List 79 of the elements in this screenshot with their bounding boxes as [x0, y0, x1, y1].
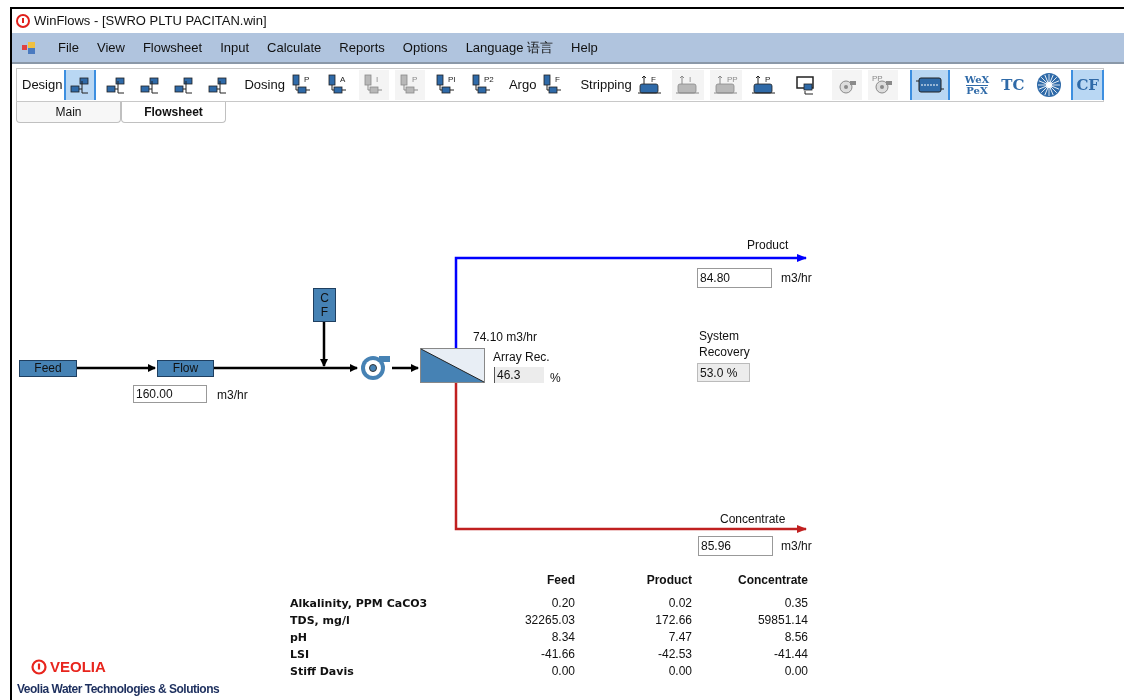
menu-item[interactable]: Input	[211, 33, 259, 62]
flow-field[interactable]: 160.00	[133, 385, 207, 403]
toolbar-label: Dosing	[244, 76, 285, 95]
product-label: Product	[747, 237, 789, 254]
cartridge-icon	[914, 75, 945, 95]
menu-item[interactable]: Help	[562, 33, 607, 62]
table-cell-text: 0.00	[550, 663, 575, 680]
app-logo-icon	[16, 14, 30, 28]
column-header: Feed	[546, 572, 575, 589]
row-label: TDS, mg/l	[290, 613, 351, 629]
chemical-feed-button[interactable]: CF	[313, 288, 336, 322]
skid-icon	[69, 75, 92, 95]
membrane-icon[interactable]	[420, 348, 485, 383]
system-recovery-field[interactable]: 53.0 %	[697, 363, 750, 382]
table-cell-text: 8.56	[783, 629, 808, 646]
turbine-icon	[1036, 72, 1063, 98]
table-cell-text: 32265.03	[523, 612, 575, 629]
app-menu-icon[interactable]	[21, 40, 37, 55]
company-name: Veolia Water Technologies & Solutions	[17, 681, 220, 698]
feed-button[interactable]: Feed	[19, 360, 77, 377]
flow-arrow	[392, 364, 419, 372]
tab[interactable]: Flowsheet	[121, 102, 226, 123]
skid-icon	[139, 75, 162, 95]
table-cell-text: -41.44	[772, 646, 808, 663]
table-cell-text: 0.20	[550, 595, 575, 612]
unit-label: m3/hr	[781, 270, 812, 287]
text-mark-icon: CF	[1076, 76, 1099, 94]
unit-label: m3/hr	[781, 538, 812, 555]
column-header: Concentrate	[737, 572, 808, 589]
row-label: pH	[290, 630, 309, 646]
tab[interactable]: Main	[16, 102, 121, 123]
text-mark-icon: TC	[1001, 76, 1025, 94]
table-cell-text: 0.00	[667, 663, 692, 680]
toolbar-label: Argo	[508, 76, 537, 95]
row-label: LSI	[290, 647, 311, 663]
skid-icon	[207, 75, 230, 95]
table-cell-text: 172.66	[654, 612, 692, 629]
menu-item[interactable]: File	[49, 33, 88, 62]
menu-item[interactable]: Options	[393, 33, 457, 62]
menu-item[interactable]: Calculate	[258, 33, 331, 62]
concentrate-label: Concentrate	[720, 511, 786, 528]
product-flow-field[interactable]: 84.80	[697, 268, 772, 288]
menu-item[interactable]: Reports	[330, 33, 394, 62]
toolbar-label: Stripping	[580, 76, 632, 95]
array-flow-text: 74.10 m3/hr	[473, 329, 538, 346]
toolbar-label: Design	[22, 76, 63, 95]
monitor-icon	[794, 75, 817, 95]
table-cell-text: 0.00	[783, 663, 808, 680]
unit-label: %	[550, 370, 561, 387]
window-title: WinFlows - [SWRO PLTU PACITAN.win]	[34, 12, 267, 31]
table-cell-text: 7.47	[667, 629, 692, 646]
row-label: Alkalinity, PPM CaCO3	[290, 596, 429, 612]
array-recovery-field[interactable]: 46.3	[494, 367, 544, 383]
toolbar-button[interactable]: CF	[1071, 70, 1104, 100]
concentrate-flow-field[interactable]: 85.96	[698, 536, 773, 556]
dosing-arrow	[320, 321, 328, 367]
logo-text: VEOLIA	[50, 659, 106, 675]
table-cell-text: -42.53	[656, 646, 692, 663]
row-label: Stiff Davis	[290, 664, 355, 680]
array-recovery-label: Array Rec.	[493, 349, 550, 366]
flow-button[interactable]: Flow	[157, 360, 214, 377]
table-cell-text: 0.35	[783, 595, 808, 612]
table-cell-text: -41.66	[539, 646, 575, 663]
skid-icon	[105, 75, 128, 95]
toolbar-button[interactable]	[909, 70, 950, 100]
toolbar-button[interactable]: TC	[998, 70, 1028, 100]
unit-label: m3/hr	[217, 387, 248, 404]
menu-item[interactable]: View	[87, 33, 134, 62]
column-header: Product	[645, 572, 692, 589]
table-cell-text: 8.34	[550, 629, 575, 646]
table-cell-text: 59851.14	[756, 612, 808, 629]
menu-item[interactable]: Language 语言	[456, 33, 563, 62]
skid-icon	[173, 75, 196, 95]
toolbar-button[interactable]	[64, 70, 97, 100]
menu-item[interactable]: Flowsheet	[133, 33, 212, 62]
system-recovery-label: System Recovery	[699, 328, 751, 360]
pump-icon[interactable]	[359, 354, 392, 381]
table-cell-text: 0.02	[667, 595, 692, 612]
logo-icon	[31, 659, 47, 675]
